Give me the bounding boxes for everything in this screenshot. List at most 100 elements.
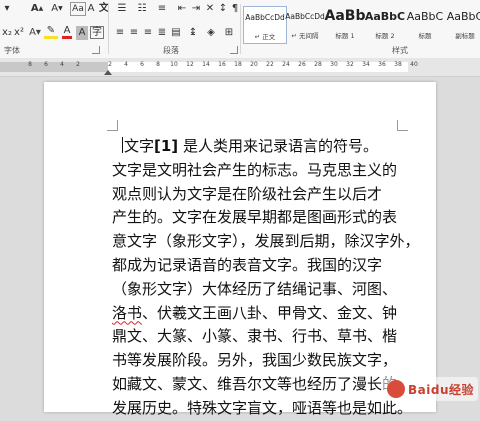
ruler-number: 10 bbox=[170, 61, 178, 68]
text-segment: 、伏羲文王画八卦、甲骨文、金文、钟 bbox=[142, 303, 398, 322]
indent-marker[interactable] bbox=[104, 70, 112, 75]
ruler-number: 34 bbox=[362, 61, 370, 68]
style-no-spacing[interactable]: AaBbCcDd ↵ 无间隔 bbox=[283, 6, 327, 44]
ribbon: ▾ A ▲ A ▼ Aa A 文 ☰ ☷ ≡ ⇤ ⇥ ✕ ↕ ¶ x₂ x² A▾ … bbox=[0, 0, 480, 59]
style-heading-1[interactable]: AaBb 标题 1 bbox=[323, 6, 367, 44]
enclose-char-icon[interactable]: 字 bbox=[90, 26, 104, 39]
ruler-number: 8 bbox=[156, 61, 160, 68]
highlight-color-icon[interactable]: ✎ bbox=[44, 25, 58, 39]
horizontal-ruler[interactable]: 8 6 4 2 2 4 6 8 10 12 14 16 18 20 22 24 26 28 30 32 34 36 38 40 bbox=[0, 58, 480, 77]
style-heading-2[interactable]: AaBbC 标题 2 bbox=[363, 6, 407, 44]
ruler-number: 2 bbox=[108, 61, 112, 68]
footnote-ref[interactable]: [1] bbox=[154, 137, 178, 155]
style-sample: AaBbC bbox=[406, 10, 444, 23]
ruler-number: 12 bbox=[186, 61, 194, 68]
document-page[interactable]: 文字[1] 是人类用来记录语言的符号。 文字是文明社会产生的标志。马克思主义的 … bbox=[44, 82, 436, 417]
margin-corner-mark bbox=[107, 120, 118, 131]
style-name: 标题 bbox=[418, 32, 432, 40]
style-sample: AaBbCcDd bbox=[245, 13, 285, 22]
superscript-icon[interactable]: x² bbox=[14, 26, 24, 40]
shading-icon[interactable]: ◈ bbox=[204, 26, 218, 40]
style-sample: AaBb bbox=[324, 8, 366, 24]
shrink-font-icon[interactable]: A ▼ bbox=[50, 2, 64, 16]
style-normal[interactable]: AaBbCcDd ↵ 正文 bbox=[243, 6, 287, 44]
justify-icon[interactable]: ≣ bbox=[156, 26, 168, 40]
style-name: 标题 2 bbox=[375, 32, 395, 40]
ruler-number: 40 bbox=[410, 61, 418, 68]
document-body[interactable]: 文字[1] 是人类用来记录语言的符号。 文字是文明社会产生的标志。马克思主义的 … bbox=[112, 135, 420, 421]
text-line: 意文字（象形文字），发展到后期，除汉字外， bbox=[112, 232, 420, 251]
numbering-icon[interactable]: ☷ bbox=[134, 2, 150, 16]
ruler-number: 6 bbox=[44, 61, 48, 68]
paw-icon bbox=[387, 380, 405, 398]
styles-gallery: AaBbCcDd ↵ 正文 AaBbCcDd ↵ 无间隔 AaBb 标题 1 A… bbox=[243, 6, 480, 44]
ruler-number: 2 bbox=[76, 61, 80, 68]
font-name-dropdown[interactable]: ▾ bbox=[2, 2, 12, 16]
ruler-number: 38 bbox=[394, 61, 402, 68]
font-row-1: ▾ A ▲ A ▼ Aa A 文 ☰ ☷ ≡ ⇤ ⇥ ✕ ↕ ¶ bbox=[0, 0, 240, 20]
paragraph-dialog-launcher[interactable] bbox=[230, 46, 238, 54]
ruler-number: 4 bbox=[124, 61, 128, 68]
style-title[interactable]: AaBbC 标题 bbox=[403, 6, 447, 44]
char-shading-icon[interactable]: A bbox=[76, 26, 88, 40]
style-sample: AaBbCcDd bbox=[285, 12, 325, 21]
ruler-number: 20 bbox=[250, 61, 258, 68]
font-color-icon[interactable]: A bbox=[62, 25, 72, 39]
bullets-icon[interactable]: ☰ bbox=[114, 2, 130, 16]
style-name: ↵ 无间隔 bbox=[291, 32, 319, 40]
distributed-icon[interactable]: ▤ bbox=[170, 26, 182, 40]
group-separator bbox=[240, 4, 241, 54]
watermark-text: Baidu经验 bbox=[408, 383, 474, 397]
ruler-number: 22 bbox=[266, 61, 274, 68]
text-line: 都成为记录语音的表音文字。我国的汉字 bbox=[112, 255, 383, 274]
font-group-label: 字体 bbox=[4, 46, 20, 55]
decrease-indent-icon[interactable]: ⇤ bbox=[176, 2, 188, 16]
ruler-number: 36 bbox=[378, 61, 386, 68]
text-line: 发展历史。特殊文字盲文，哑语等也是如此。 bbox=[112, 398, 413, 417]
ruler-number: 18 bbox=[234, 61, 242, 68]
ruler-number: 24 bbox=[282, 61, 290, 68]
ruler-margin bbox=[0, 62, 108, 72]
ruler-number: 30 bbox=[330, 61, 338, 68]
clear-format-icon[interactable]: A bbox=[86, 2, 96, 16]
sort-icon[interactable]: ↕ bbox=[218, 2, 228, 16]
text-line: 产生的。文字在发展早期都是图画形式的表 bbox=[112, 208, 398, 227]
style-subtitle[interactable]: AaBbC 副标题 bbox=[443, 6, 480, 44]
ruler-number: 6 bbox=[140, 61, 144, 68]
subscript-icon[interactable]: x₂ bbox=[2, 26, 12, 40]
line-spacing-icon[interactable]: ↨ bbox=[186, 26, 200, 40]
text-line: 文字[1] 是人类用来记录语言的符号。 bbox=[112, 135, 414, 159]
ruler-number: 32 bbox=[346, 61, 354, 68]
ruler-number: 28 bbox=[314, 61, 322, 68]
multilevel-list-icon[interactable]: ≡ bbox=[154, 2, 170, 16]
align-right-icon[interactable]: ≡ bbox=[142, 26, 154, 40]
ruler-number: 26 bbox=[298, 61, 306, 68]
text-line: 鼎文、大篆、小篆、隶书、行书、草书、楷 bbox=[112, 327, 398, 346]
ruler-number: 4 bbox=[60, 61, 64, 68]
grow-font-icon[interactable]: A ▲ bbox=[30, 2, 44, 16]
group-separator bbox=[108, 4, 109, 54]
show-marks-icon[interactable]: ¶ bbox=[230, 2, 240, 16]
chinese-layout-icon[interactable]: ✕ bbox=[204, 2, 216, 16]
align-left-icon[interactable]: ≡ bbox=[114, 26, 126, 40]
align-center-icon[interactable]: ≡ bbox=[128, 26, 140, 40]
text-line: （象形文字）大体经历了结绳记事、河图、 bbox=[112, 279, 398, 298]
text-segment: 是人类用来记录语言的符号。 bbox=[178, 137, 378, 155]
text-line: 洛书、伏羲文王画八卦、甲骨文、金文、钟 bbox=[112, 302, 414, 326]
ruler-number: 14 bbox=[202, 61, 210, 68]
change-case-icon[interactable]: Aa bbox=[70, 2, 86, 16]
text-line: 文字是文明社会产生的标志。马克思主义的 bbox=[112, 160, 398, 179]
increase-indent-icon[interactable]: ⇥ bbox=[190, 2, 202, 16]
text-line: 书等发展阶段。另外，我国少数民族文字， bbox=[112, 351, 398, 370]
watermark: Baidu经验 bbox=[383, 377, 478, 401]
text-segment: 文字 bbox=[124, 137, 155, 155]
styles-group-label: 样式 bbox=[392, 46, 408, 55]
font-dialog-launcher[interactable] bbox=[92, 46, 100, 54]
borders-icon[interactable]: ⊞ bbox=[222, 26, 236, 40]
text-effects-icon[interactable]: A▾ bbox=[28, 26, 42, 40]
text-line: 观点则认为文字是在阶级社会产生以后才 bbox=[112, 184, 383, 203]
text-cursor bbox=[122, 137, 123, 153]
margin-corner-mark bbox=[397, 120, 408, 131]
style-name: 副标题 bbox=[455, 32, 475, 40]
spellcheck-word[interactable]: 洛书 bbox=[112, 304, 142, 322]
